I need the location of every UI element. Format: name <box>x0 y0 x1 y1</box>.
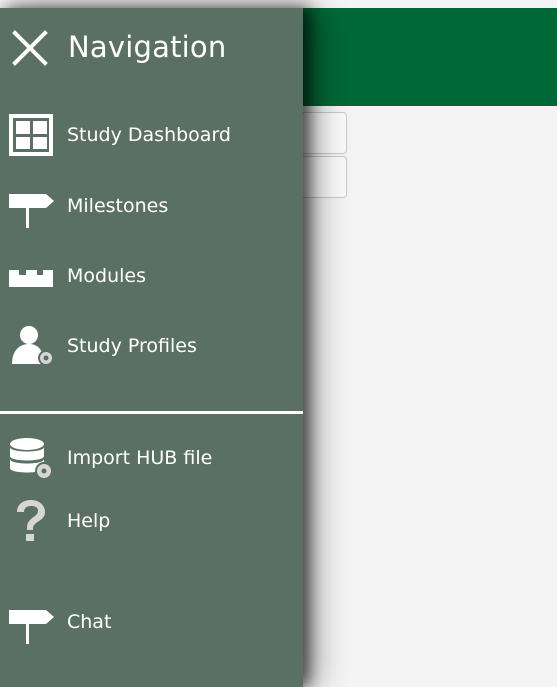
nav-item-label: Milestones <box>67 195 169 217</box>
user-settings-icon <box>12 326 54 366</box>
nav-item-milestones[interactable]: Milestones <box>0 180 303 232</box>
drawer-header: Navigation <box>0 8 303 86</box>
menu-divider <box>0 411 303 414</box>
nav-item-label: Modules <box>67 265 146 287</box>
drawer-title: Navigation <box>68 30 227 64</box>
nav-item-study-dashboard[interactable]: Study Dashboard <box>0 109 303 161</box>
building-blocks-icon <box>9 270 53 287</box>
nav-item-help[interactable]: Help <box>0 495 303 547</box>
nav-item-label: Help <box>67 510 111 532</box>
database-settings-icon <box>10 438 53 480</box>
close-icon <box>12 30 48 66</box>
navigation-drawer: Navigation Study Dashboard Milestones Mo… <box>0 8 303 687</box>
nav-item-modules[interactable]: Modules <box>0 250 303 302</box>
signpost-icon <box>9 610 54 644</box>
nav-item-label: Import HUB file <box>67 447 213 469</box>
nav-item-import-hub-file[interactable]: Import HUB file <box>0 432 303 484</box>
nav-item-label: Study Profiles <box>67 335 197 357</box>
nav-item-label: Chat <box>67 611 112 633</box>
nav-item-chat[interactable]: Chat <box>0 596 303 648</box>
signpost-icon <box>9 194 54 228</box>
dashboard-grid-icon <box>9 114 53 156</box>
close-button[interactable] <box>10 28 50 68</box>
question-mark-icon <box>17 500 45 541</box>
nav-item-label: Study Dashboard <box>67 124 231 146</box>
nav-item-study-profiles[interactable]: Study Profiles <box>0 320 303 372</box>
